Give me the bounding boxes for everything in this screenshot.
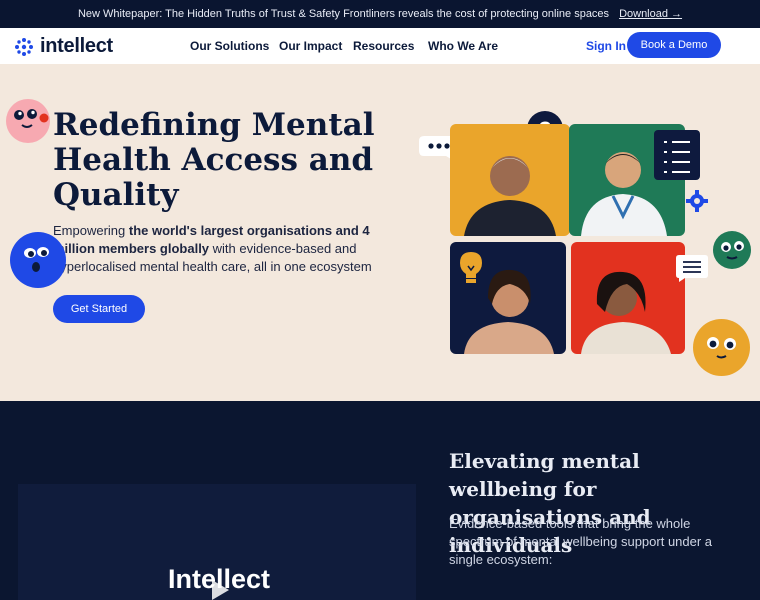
book-demo-button[interactable]: Book a Demo	[627, 32, 721, 58]
banner-text: New Whitepaper: The Hidden Truths of Tru…	[77, 8, 610, 20]
pink-mascot-icon	[6, 99, 50, 143]
blue-mascot-icon	[10, 232, 66, 288]
gear-icon	[686, 190, 708, 212]
wellbeing-section: Intellect Elevating mental wellbeing for…	[0, 401, 760, 600]
photo-tile-woman-glasses	[571, 242, 685, 354]
announcement-banner: New Whitepaper: The Hidden Truths of Tru…	[0, 0, 760, 28]
hero-section: Redefining Mental Health Access and Qual…	[0, 64, 760, 401]
nav-our-impact[interactable]: Our Impact	[279, 39, 342, 53]
hero-subtitle: Empowering the world's largest organisat…	[53, 222, 403, 276]
banner-download-link[interactable]: Download →	[619, 8, 682, 20]
section-subtitle: Evidence-based tools that bring the whol…	[449, 516, 713, 567]
intro-video[interactable]: Intellect	[18, 484, 416, 600]
play-icon[interactable]	[206, 577, 232, 600]
nav-our-solutions[interactable]: Our Solutions	[190, 39, 269, 53]
logo-icon	[15, 37, 33, 56]
sign-in-link[interactable]: Sign In	[586, 39, 626, 53]
get-started-button[interactable]: Get Started	[53, 295, 145, 323]
photo-tile-man	[450, 124, 570, 236]
checklist-icon	[654, 130, 700, 180]
top-nav: intellect Our Solutions Our Impact Resou…	[0, 28, 760, 64]
lightbulb-icon	[460, 252, 482, 283]
orange-mascot-icon	[693, 319, 750, 376]
nav-who-we-are[interactable]: Who We Are	[428, 39, 498, 53]
green-mascot-icon	[713, 231, 751, 269]
logo[interactable]: intellect	[14, 35, 113, 58]
document-bubble-icon	[676, 255, 708, 282]
logo-wordmark: intellect	[40, 35, 113, 57]
hero-title: Redefining Mental Health Access and Qual…	[53, 107, 375, 213]
nav-resources[interactable]: Resources	[353, 39, 414, 53]
